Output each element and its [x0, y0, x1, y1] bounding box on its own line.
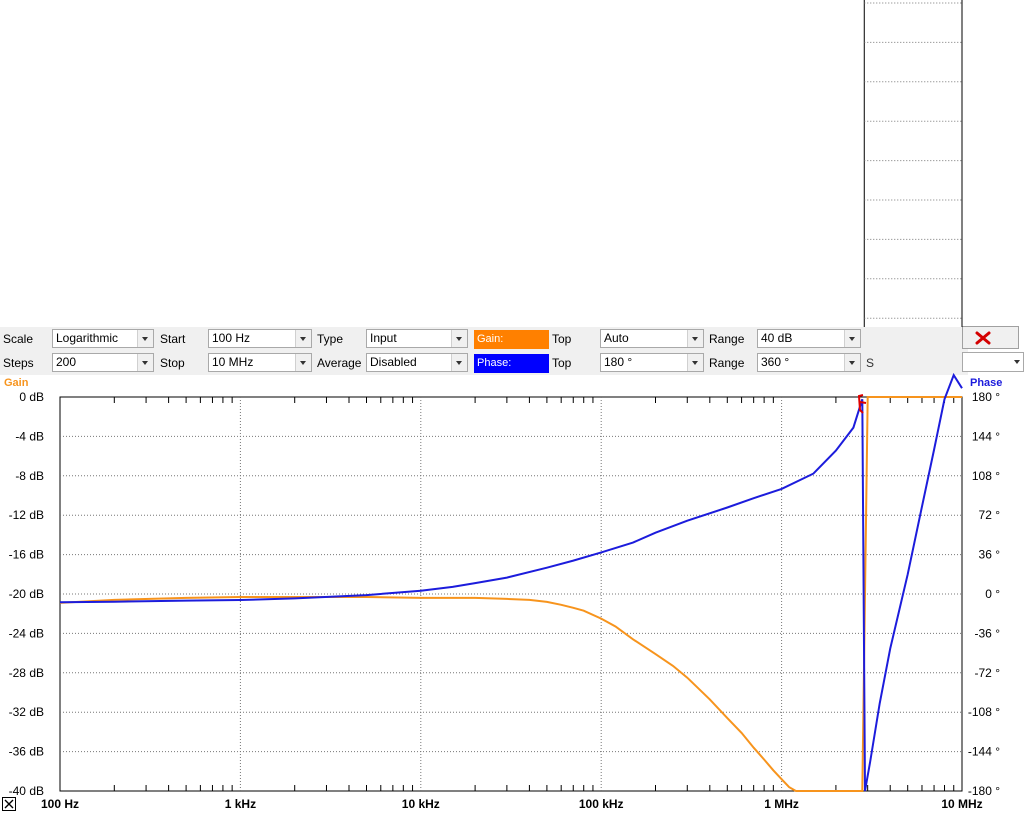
gain-tick-label: -4 dB: [15, 429, 44, 443]
gain-tick-label: 0 dB: [19, 390, 44, 404]
gain-tick-label: -12 dB: [9, 508, 44, 522]
gain-tick-label: -36 dB: [9, 745, 44, 759]
gain-tick-label: -40 dB: [9, 784, 44, 798]
phase-tick-label: 36 °: [979, 548, 1001, 562]
gain-tick-label: -20 dB: [9, 587, 44, 601]
bode-chart: 0 dB -4 dB -8 dB -12 dB -16 dB -20 dB -24 dB -2…: [9, 0, 1001, 811]
phase-series-line: [59, 372, 963, 792]
phase-tick-label: -180 °: [968, 784, 1000, 798]
phase-tick-label: -72 °: [975, 666, 1001, 680]
gain-tick-label: -24 dB: [9, 626, 44, 640]
phase-axis-title: Phase: [970, 377, 1003, 389]
phase-tick-label: -108 °: [968, 705, 1000, 719]
gain-tick-label: -28 dB: [9, 666, 44, 680]
x-tick-label: 10 kHz: [402, 797, 440, 811]
gain-tick-label: -32 dB: [9, 705, 44, 719]
x-tick-label: 100 Hz: [41, 797, 79, 811]
x-tick-label: 100 kHz: [579, 797, 624, 811]
gain-tick-label: -16 dB: [9, 548, 44, 562]
phase-tick-label: 72 °: [979, 508, 1001, 522]
x-tick-label: 1 MHz: [764, 797, 799, 811]
phase-tick-label: 108 °: [972, 469, 1000, 483]
x-tick-label: 10 MHz: [941, 797, 982, 811]
phase-tick-label: 144 °: [972, 429, 1000, 443]
phase-tick-label: 180 °: [972, 390, 1000, 404]
gain-axis-title: Gain: [4, 377, 29, 389]
gain-tick-label: -8 dB: [15, 469, 44, 483]
phase-tick-label: -144 °: [968, 745, 1000, 759]
phase-tick-label: 0 °: [985, 587, 1000, 601]
corner-x-icon[interactable]: [2, 797, 16, 811]
x-tick-label: 1 kHz: [225, 797, 256, 811]
phase-tick-label: -36 °: [975, 626, 1001, 640]
